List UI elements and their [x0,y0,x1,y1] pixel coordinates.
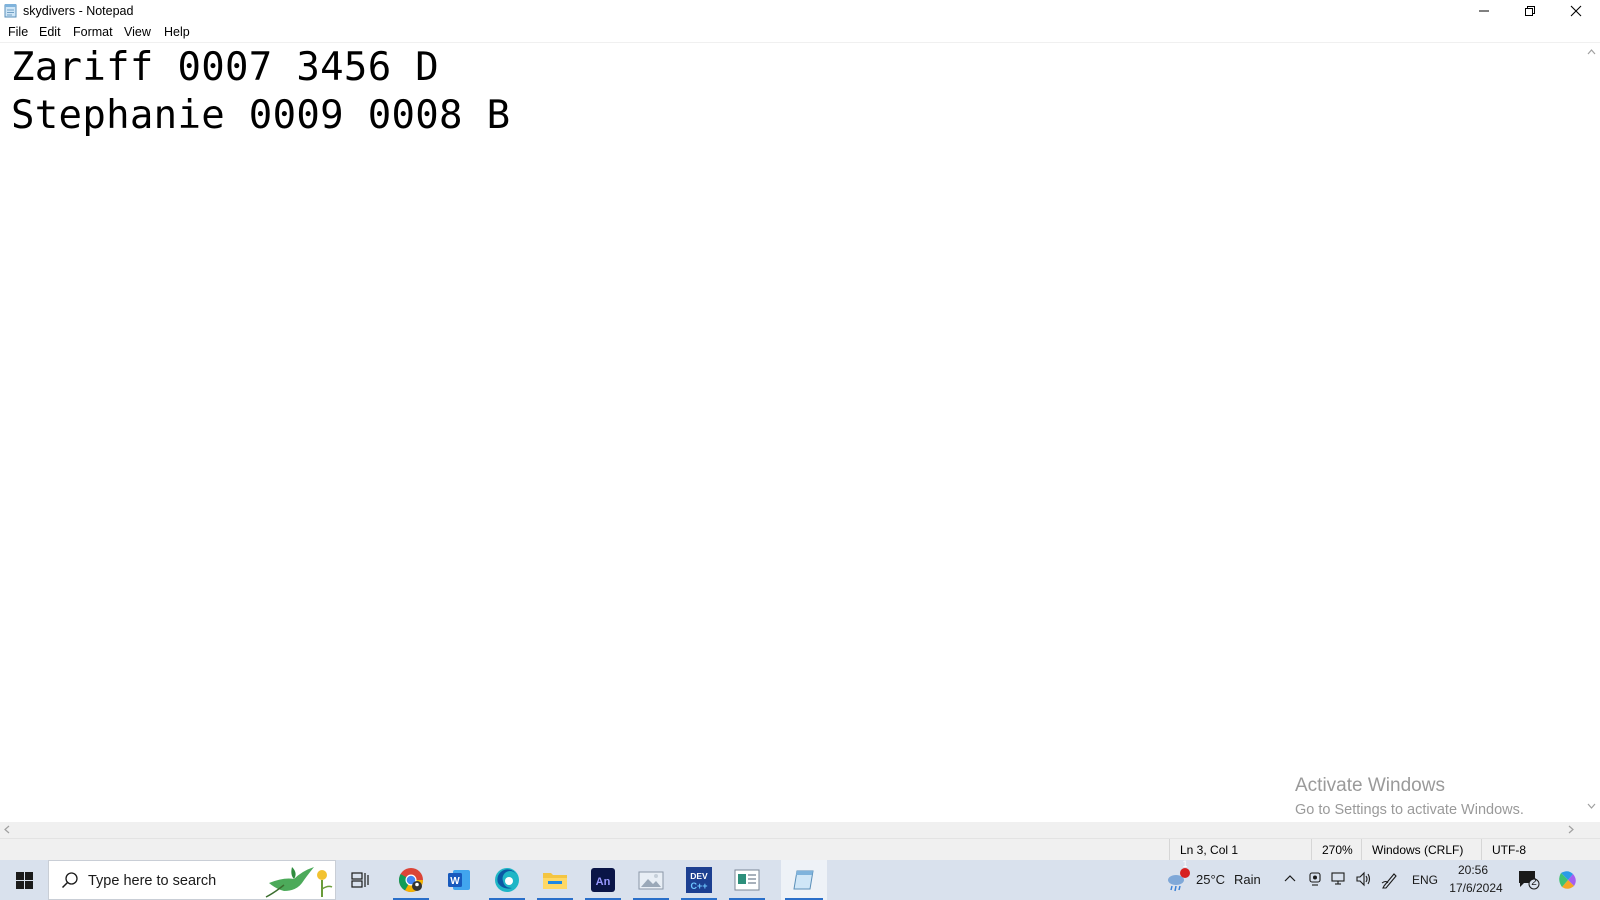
animate-icon: An [591,868,615,892]
copilot-icon[interactable] [1557,869,1579,891]
taskbar-animate[interactable]: An [581,860,625,900]
notepad-icon [793,870,814,890]
zoom-level: 270% [1311,839,1361,861]
taskbar-file-explorer[interactable] [533,860,577,900]
news-icon [734,869,760,891]
status-bar: Ln 3, Col 1 270% Windows (CRLF) UTF-8 [0,838,1600,861]
taskbar-chrome[interactable] [389,860,433,900]
start-icon [15,871,33,889]
hummingbird-icon [265,867,333,898]
activation-watermark-title: Activate Windows [1295,775,1445,796]
horizontal-scrollbar[interactable] [0,822,1583,838]
taskbar-news[interactable] [725,860,769,900]
start-button[interactable] [0,860,48,900]
svg-text:DEV: DEV [690,871,708,881]
taskbar-search[interactable]: Type here to search [48,860,336,900]
notepad-icon [4,4,17,18]
text-editor[interactable]: Zariff 0007 3456 D Stephanie 0009 0008 B [0,43,1583,822]
menu-format[interactable]: Format [73,25,113,39]
menu-edit[interactable]: Edit [39,25,61,39]
title-bar: skydivers - Notepad [0,0,1600,22]
taskbar: Type here to search W An DEV C++ 1 25°C … [0,859,1600,900]
devc-icon: DEV C++ [686,867,712,893]
weather-badge: 1 [1182,859,1188,869]
chrome-icon [398,868,423,893]
menu-file[interactable]: File [8,25,28,39]
meet-now-icon[interactable] [1308,871,1322,887]
activation-watermark-subtitle: Go to Settings to activate Windows. [1295,802,1524,818]
editor-line: Zariff 0007 3456 D [11,45,440,90]
close-icon [1570,5,1582,17]
clock-time[interactable]: 20:56 [1450,863,1496,877]
scroll-left-icon[interactable] [4,825,10,834]
scroll-right-icon[interactable] [1568,825,1574,834]
close-button[interactable] [1553,0,1599,22]
taskbar-edge[interactable] [485,860,529,900]
volume-icon[interactable] [1355,871,1371,887]
chevron-up-icon[interactable] [1284,874,1296,882]
language-indicator[interactable]: ENG [1412,873,1438,887]
editor-line: Stephanie 0009 0008 B [11,93,511,138]
scroll-up-icon[interactable] [1587,49,1596,55]
edge-icon [495,868,519,892]
photos-icon [638,871,664,890]
search-placeholder: Type here to search [88,873,217,889]
taskbar-word[interactable]: W [437,860,481,900]
line-ending: Windows (CRLF) [1361,839,1481,861]
task-view-button[interactable] [338,860,382,900]
menu-help[interactable]: Help [164,25,190,39]
taskbar-devc[interactable]: DEV C++ [677,860,721,900]
notification-count: 2 [1531,877,1537,888]
minimize-icon [1479,10,1489,12]
pen-icon[interactable] [1381,871,1399,889]
cursor-position: Ln 3, Col 1 [1169,839,1311,861]
minimize-button[interactable] [1461,0,1507,22]
taskbar-photos[interactable] [629,860,673,900]
word-icon: W [448,870,470,890]
weather-rain-icon[interactable] [1165,868,1191,894]
menu-view[interactable]: View [124,25,151,39]
weather-temp[interactable]: 25°C [1196,872,1225,887]
network-icon[interactable] [1331,871,1347,887]
weather-condition[interactable]: Rain [1234,872,1261,887]
encoding: UTF-8 [1481,839,1600,861]
menu-bar: File Edit Format View Help [0,22,1600,42]
scroll-down-icon[interactable] [1587,803,1596,809]
restore-button[interactable] [1507,0,1553,22]
taskbar-notepad[interactable] [781,860,827,900]
file-explorer-icon [543,873,567,889]
vertical-scrollbar[interactable] [1583,43,1600,822]
svg-text:W: W [450,876,460,887]
scrollbar-corner [1583,822,1600,838]
task-view-icon [351,872,369,888]
clock-date[interactable]: 17/6/2024 [1446,881,1506,895]
restore-icon [1525,6,1535,16]
search-icon [61,872,78,889]
svg-text:An: An [596,876,611,888]
window-title: skydivers - Notepad [23,4,134,18]
svg-text:C++: C++ [690,881,707,891]
